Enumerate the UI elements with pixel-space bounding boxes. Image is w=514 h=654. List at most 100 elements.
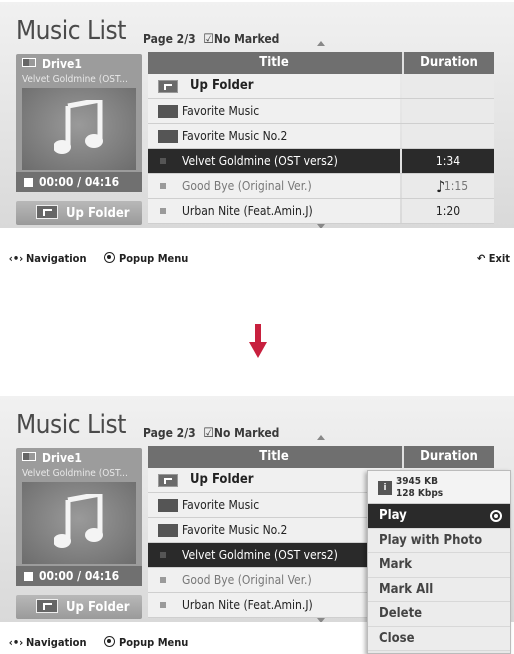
checkbox-icon: ☑: [203, 426, 214, 441]
scroll-down-icon[interactable]: [317, 224, 325, 228]
list-item-folder[interactable]: Favorite Music No.2: [148, 124, 494, 149]
return-icon: ↶: [476, 252, 489, 265]
file-marker-icon: [160, 577, 166, 583]
item-name: Velvet Goldmine (OST vers2): [182, 548, 338, 562]
up-folder-icon: [158, 80, 178, 93]
music-note-icon: ♪: [436, 177, 446, 196]
column-title: Title: [259, 55, 289, 70]
ok-button-icon: [103, 252, 115, 263]
list-item-up-folder[interactable]: Up Folder: [148, 74, 494, 99]
page-number: Page 2/3: [143, 426, 196, 440]
item-name: Velvet Goldmine (OST vers2): [182, 154, 338, 168]
item-name: Good Bye (Original Ver.): [182, 573, 312, 587]
time-value: 00:00 / 04:16: [39, 175, 120, 189]
folder-icon: [158, 130, 178, 143]
scroll-up-icon[interactable]: [317, 41, 325, 46]
album-name: Velvet Goldmine (OST...: [22, 468, 128, 479]
page-indicator: Page 2/3 ☑No Marked: [143, 426, 279, 441]
transition-arrow-icon: [249, 324, 267, 358]
drive-icon: [22, 58, 36, 67]
exit-label: Exit: [488, 252, 510, 265]
item-name: Favorite Music No.2: [182, 523, 288, 537]
item-name: Favorite Music No.2: [182, 129, 288, 143]
item-name: Favorite Music: [182, 104, 260, 118]
scroll-up-icon[interactable]: [317, 435, 325, 440]
popup-menu-hint: Popup Menu: [118, 636, 189, 649]
drive-label: Drive1: [22, 451, 82, 465]
page-number: Page 2/3: [143, 32, 196, 46]
popup-menu: i 3945 KB 128 Kbps Play Play with Photo …: [367, 470, 511, 654]
list-item-playing[interactable]: Good Bye (Original Ver.) ♪ 1:15: [148, 174, 494, 199]
music-note-icon: [54, 100, 103, 154]
list-header: Title Duration: [148, 52, 494, 74]
file-marker-icon: [160, 158, 166, 164]
page-indicator: Page 2/3 ☑No Marked: [143, 32, 279, 47]
up-folder-icon: [158, 474, 178, 487]
playback-time: 00:00 / 04:16: [16, 566, 142, 586]
music-list-screen-before: Music List Page 2/3 ☑No Marked Drive1 Ve…: [0, 2, 514, 228]
drive-icon: [22, 452, 36, 461]
file-bitrate: 128 Kbps: [396, 488, 444, 499]
exit-hint[interactable]: ↶ Exit: [477, 252, 510, 265]
item-duration: [402, 99, 494, 123]
folder-icon: [158, 499, 178, 512]
item-name: Urban Nite (Feat.Amin.J): [182, 204, 313, 218]
column-title: Title: [259, 449, 289, 464]
page-title: Music List: [16, 410, 126, 440]
menu-item-mark-all[interactable]: Mark All: [368, 577, 510, 602]
file-marker-icon: [160, 183, 166, 189]
menu-item-play-with-photo[interactable]: Play with Photo: [368, 528, 510, 553]
file-marker-icon: [160, 552, 166, 558]
navigation-icon: ‹•›: [8, 252, 24, 265]
radio-selected-icon: [490, 510, 502, 522]
item-name: Urban Nite (Feat.Amin.J): [182, 598, 313, 612]
now-playing-panel: Drive1 Velvet Goldmine (OST... 00:00 / 0…: [16, 54, 142, 192]
list-item-folder[interactable]: Favorite Music: [148, 99, 494, 124]
file-marker-icon: [160, 208, 166, 214]
menu-item-close[interactable]: Close: [368, 626, 510, 651]
album-name: Velvet Goldmine (OST...: [22, 74, 128, 85]
help-bar: ‹•› Navigation Popup Menu: [6, 636, 188, 649]
up-folder-icon: [36, 599, 58, 613]
up-folder-button[interactable]: Up Folder: [16, 595, 142, 619]
list-header: Title Duration: [148, 446, 494, 468]
file-size: 3945 KB: [396, 476, 438, 487]
album-art: [22, 88, 136, 170]
menu-item-label: Play: [379, 508, 407, 523]
item-duration: 1:34: [402, 149, 494, 173]
list-item[interactable]: Urban Nite (Feat.Amin.J) 1:20: [148, 199, 494, 224]
up-folder-button[interactable]: Up Folder: [16, 201, 142, 225]
stop-icon: [24, 178, 33, 187]
item-duration-cell: ♪ 1:15: [402, 174, 494, 198]
up-folder-icon: [36, 205, 58, 219]
info-icon: i: [378, 481, 392, 495]
page-title: Music List: [16, 16, 126, 46]
drive-label: Drive1: [22, 57, 82, 71]
navigation-hint: Navigation: [26, 252, 87, 265]
item-name: Up Folder: [190, 472, 254, 487]
checkbox-icon: ☑: [203, 32, 214, 47]
menu-item-delete[interactable]: Delete: [368, 602, 510, 627]
item-name: Favorite Music: [182, 498, 260, 512]
file-marker-icon: [160, 602, 166, 608]
marked-status: No Marked: [213, 426, 280, 440]
marked-status: No Marked: [213, 32, 280, 46]
album-art: [22, 482, 136, 564]
list-item-selected[interactable]: Velvet Goldmine (OST vers2) 1:34: [148, 149, 494, 174]
menu-item-play[interactable]: Play: [368, 504, 510, 529]
now-playing-panel: Drive1 Velvet Goldmine (OST... 00:00 / 0…: [16, 448, 142, 586]
scroll-down-icon[interactable]: [317, 618, 325, 622]
item-duration: [402, 74, 494, 98]
folder-icon: [158, 524, 178, 537]
item-name: Good Bye (Original Ver.): [182, 179, 312, 193]
file-info: i 3945 KB 128 Kbps: [368, 471, 510, 504]
menu-item-mark[interactable]: Mark: [368, 553, 510, 578]
item-duration: 1:15: [443, 179, 469, 193]
drive-name: Drive1: [42, 451, 82, 465]
time-value: 00:00 / 04:16: [39, 569, 120, 583]
column-duration: Duration: [402, 446, 494, 468]
music-note-icon: [54, 494, 103, 548]
navigation-icon: ‹•›: [8, 636, 24, 649]
file-list: Title Duration Up Folder Favorite Music …: [148, 52, 494, 224]
item-name: Up Folder: [190, 78, 254, 93]
